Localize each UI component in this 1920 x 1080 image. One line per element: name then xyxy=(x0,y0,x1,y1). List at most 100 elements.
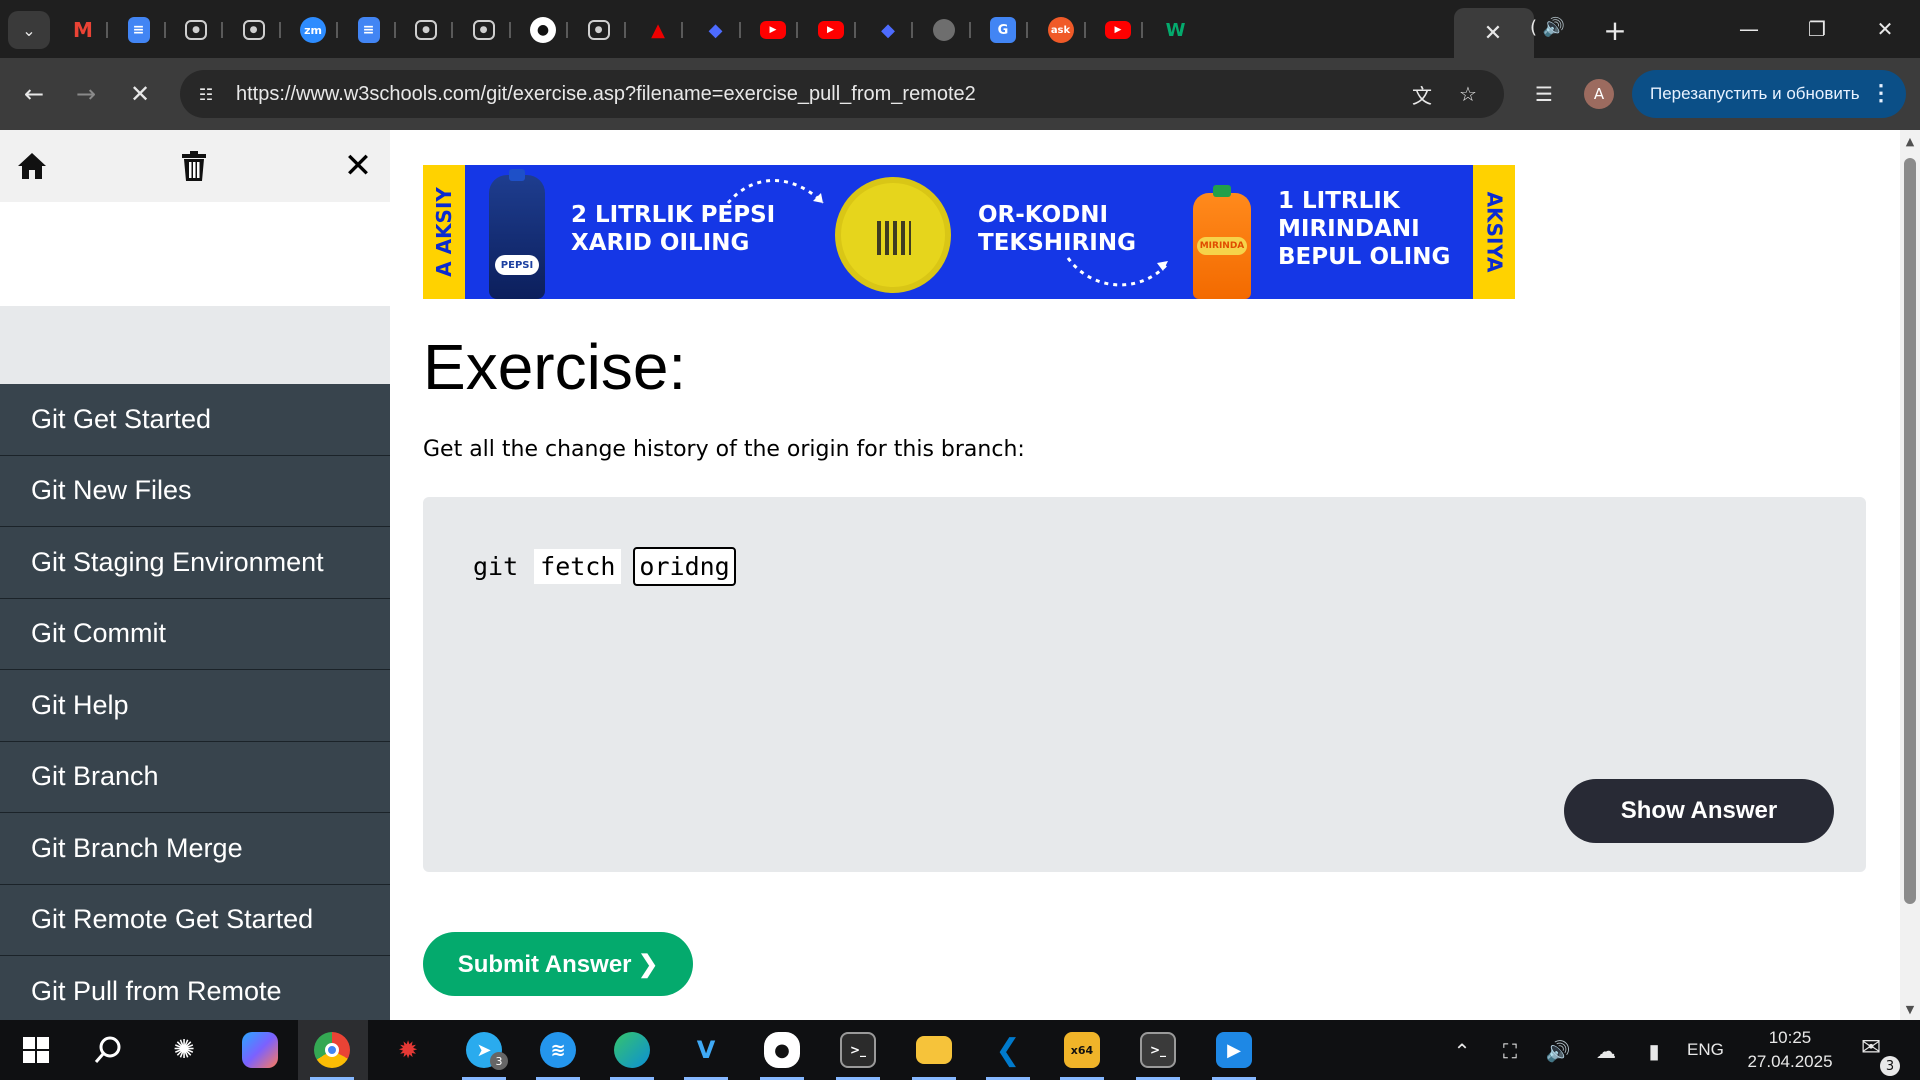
active-tab[interactable]: ✕ xyxy=(1454,8,1534,58)
network-alert-icon[interactable]: ⛶ xyxy=(1494,1038,1526,1064)
restore-button[interactable]: ❐ xyxy=(1795,12,1839,46)
audio-tab[interactable]: ( 🔊 xyxy=(1530,17,1565,38)
contact-icon[interactable]: ● xyxy=(472,20,495,40)
answer-input[interactable]: oridng xyxy=(633,547,736,586)
scroll-thumb[interactable] xyxy=(1904,158,1916,904)
contact-icon[interactable]: ● xyxy=(185,20,207,40)
close-window-button[interactable]: ✕ xyxy=(1863,12,1907,46)
chevron-down-icon: ⌄ xyxy=(22,20,36,40)
close-tab-icon[interactable]: ✕ xyxy=(1478,18,1508,48)
docker-icon[interactable]: ≋ xyxy=(536,1028,580,1080)
w3schools-icon[interactable]: W xyxy=(1163,17,1189,43)
vscode-icon[interactable]: ❮ xyxy=(986,1028,1030,1080)
profile-avatar[interactable]: A xyxy=(1584,79,1614,109)
media-player-icon-glyph: ▶ xyxy=(1216,1032,1252,1068)
media-player-icon[interactable]: ▶ xyxy=(1212,1028,1256,1080)
clock[interactable]: 10:25 27.04.2025 xyxy=(1740,1026,1840,1074)
cmd-icon[interactable]: >_ xyxy=(1136,1028,1180,1080)
close-sidebar-icon[interactable]: ✕ xyxy=(340,146,376,186)
sidebar-menu-item[interactable]: Git Branch xyxy=(0,742,390,813)
kebab-menu-icon[interactable]: ⋮ xyxy=(1870,80,1892,106)
site-info-icon[interactable]: ☷ xyxy=(194,82,218,106)
youtube-icon[interactable]: ▶ xyxy=(760,21,786,39)
onedrive-icon[interactable]: ☁ xyxy=(1590,1038,1622,1064)
gmail-icon[interactable]: M xyxy=(70,17,96,43)
google-translate-icon[interactable]: G xyxy=(990,17,1016,43)
tab-separator xyxy=(623,22,626,38)
penguin-icon[interactable]: ● xyxy=(760,1028,804,1080)
sidebar-menu-item[interactable]: Git Help xyxy=(0,670,390,742)
page-scrollbar[interactable]: ▲ ▼ xyxy=(1900,130,1920,1020)
tab-separator xyxy=(1141,22,1143,38)
contact-icon[interactable]: ● xyxy=(242,20,265,40)
tab-search-button[interactable]: ⌄ xyxy=(8,11,50,49)
bookmark-star-icon[interactable]: ☆ xyxy=(1454,82,1482,106)
sidebar-menu-item[interactable]: Git Remote Get Started xyxy=(0,885,390,956)
stop-loading-button[interactable]: ✕ xyxy=(122,76,158,112)
tab-separator xyxy=(1083,22,1086,38)
trash-icon[interactable] xyxy=(176,148,212,184)
language-indicator[interactable]: ENG xyxy=(1687,1040,1724,1060)
scroll-down-icon[interactable]: ▼ xyxy=(1903,1002,1917,1016)
relaunch-update-button[interactable]: Перезапустить и обновить ⋮ xyxy=(1632,70,1906,118)
address-bar[interactable]: ☷ https://www.w3schools.com/git/exercise… xyxy=(180,70,1504,118)
x64-tool-icon-glyph: x64 xyxy=(1064,1032,1100,1068)
globe-icon[interactable] xyxy=(932,19,955,41)
show-answer-button[interactable]: Show Answer xyxy=(1564,779,1834,843)
sidebar-menu-item[interactable]: Git Commit xyxy=(0,599,390,670)
ad-text-2: OR-KODNI TEKSHIRING xyxy=(978,202,1136,256)
sidebar-menu-item[interactable]: Git Pull from Remote xyxy=(0,956,390,1020)
terminal-icon[interactable]: >_ xyxy=(836,1028,880,1080)
edge-icon[interactable] xyxy=(610,1028,654,1080)
media-controls-icon[interactable]: ☰ xyxy=(1526,76,1562,112)
github-icon[interactable]: ● xyxy=(530,17,556,43)
redhat-icon[interactable]: ▲ xyxy=(645,17,671,43)
submit-answer-button[interactable]: Submit Answer ❯ xyxy=(423,932,693,996)
zoom-icon[interactable]: zm xyxy=(300,17,326,43)
vs-code-alt-icon[interactable]: V xyxy=(684,1028,728,1080)
back-button[interactable]: ← xyxy=(16,76,52,112)
ad-banner[interactable]: A AKSIY PEPSI 2 LITRLIK PEPSI XARID OILI… xyxy=(423,165,1515,299)
scroll-up-icon[interactable]: ▲ xyxy=(1903,134,1917,148)
youtube-icon[interactable]: ▶ xyxy=(1105,21,1131,39)
deepseek-icon[interactable]: ◆ xyxy=(703,17,729,43)
chatgpt-icon-glyph: ✺ xyxy=(173,1035,195,1065)
cmd-icon-glyph: >_ xyxy=(1140,1032,1176,1068)
x64-tool-icon[interactable]: x64 xyxy=(1060,1028,1104,1080)
tab-strip: ⌄ M ≡ ● ● zm ≡ ● ● ● ● ▲ ◆ ▶ ▶ ◆ Gask ▶ W ✕ ( 🔊 + — ❐ ✕ xyxy=(0,0,1920,58)
notifications-icon[interactable]: ✉ xyxy=(1855,1033,1887,1061)
search-icon[interactable] xyxy=(86,1028,130,1072)
sidebar-menu-item[interactable]: Git Staging Environment xyxy=(0,527,390,599)
battery-icon[interactable]: ▮ xyxy=(1638,1038,1670,1064)
antivirus-icon[interactable]: ✹ xyxy=(386,1028,430,1072)
sidebar-menu-item[interactable]: Git Get Started xyxy=(0,384,390,456)
tab-separator xyxy=(163,22,166,38)
translate-icon[interactable]: 文 xyxy=(1408,82,1436,108)
volume-icon[interactable]: 🔊 xyxy=(1542,1038,1574,1064)
telegram-icon[interactable]: ➤ 3 xyxy=(462,1028,508,1080)
youtube-icon[interactable]: ▶ xyxy=(817,21,844,39)
sidebar-menu-item[interactable]: Git Branch Merge xyxy=(0,813,390,885)
forward-button[interactable]: → xyxy=(68,76,104,112)
new-tab-button[interactable]: + xyxy=(1598,13,1632,47)
sidebar-menu-item[interactable]: Git New Files xyxy=(0,456,390,527)
copilot-icon[interactable] xyxy=(238,1028,282,1072)
file-explorer-icon[interactable] xyxy=(912,1028,956,1080)
show-hidden-icons-icon[interactable]: ⌃ xyxy=(1446,1038,1478,1064)
vscode-icon-glyph: ❮ xyxy=(995,1032,1021,1068)
tab-separator xyxy=(451,22,453,38)
tab-separator xyxy=(336,22,338,38)
deepseek-icon[interactable]: ◆ xyxy=(875,17,901,43)
windows-start-icon[interactable] xyxy=(14,1028,58,1072)
ad-right-stripe: AKSIYA xyxy=(1473,165,1515,299)
home-icon[interactable] xyxy=(14,148,50,184)
ask-icon[interactable]: ask xyxy=(1047,17,1074,43)
google-docs-icon[interactable]: ≡ xyxy=(357,17,380,43)
chatgpt-icon[interactable]: ✺ xyxy=(162,1028,206,1072)
google-docs-icon[interactable]: ≡ xyxy=(127,17,150,43)
contact-icon[interactable]: ● xyxy=(587,20,610,40)
contact-icon[interactable]: ● xyxy=(415,20,437,40)
url-text[interactable]: https://www.w3schools.com/git/exercise.a… xyxy=(236,83,976,106)
chrome-icon[interactable] xyxy=(310,1028,354,1080)
minimize-button[interactable]: — xyxy=(1727,12,1771,46)
